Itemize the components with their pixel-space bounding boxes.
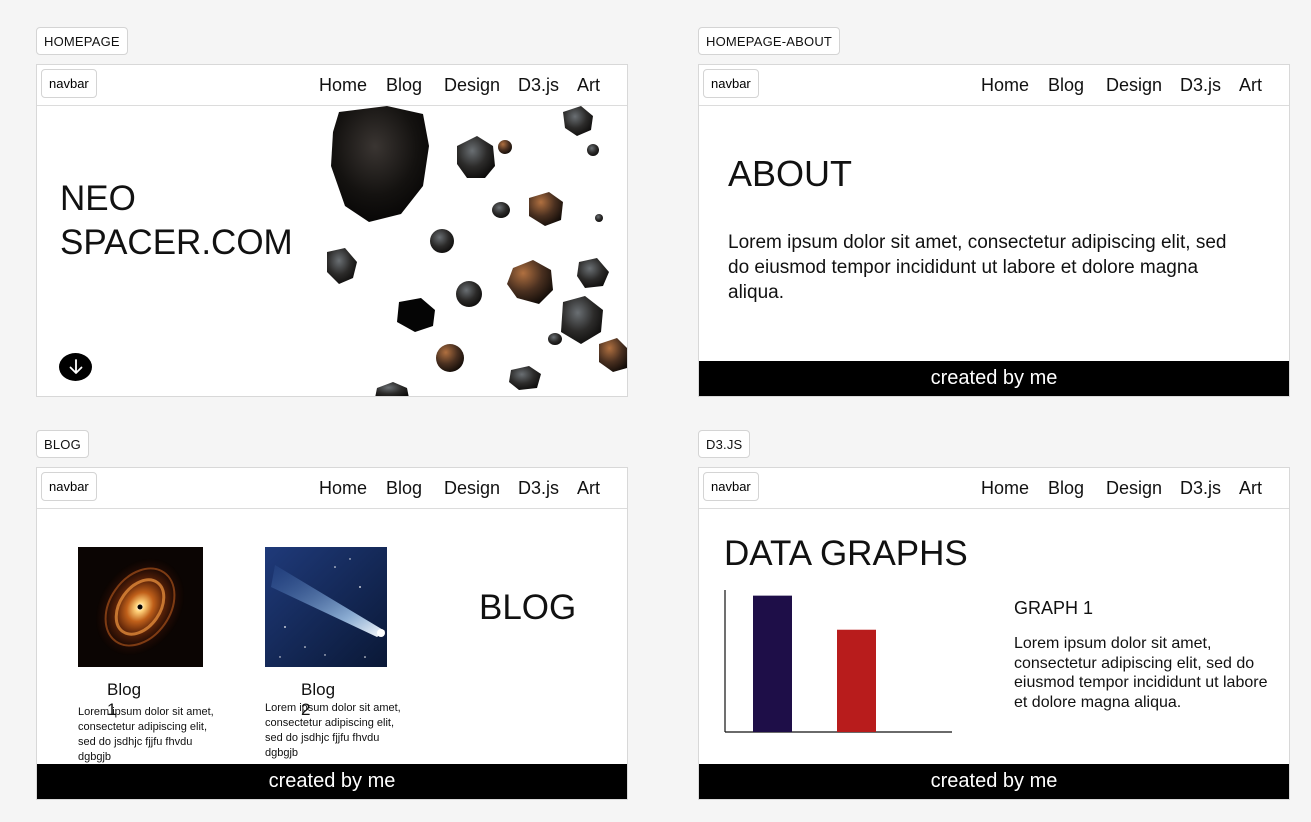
navbar-chip: navbar: [703, 472, 759, 501]
navbar: navbar Home Blog Design D3.js Art: [699, 468, 1289, 509]
graph-title: GRAPH 1: [1014, 598, 1094, 618]
footer: created by me: [699, 361, 1289, 396]
footer: created by me: [699, 764, 1289, 799]
nav-home[interactable]: Home: [319, 478, 367, 499]
d3-frame: navbar Home Blog Design D3.js Art DATA G…: [698, 467, 1290, 800]
bar-chart: [724, 590, 952, 733]
nav-home[interactable]: Home: [319, 75, 367, 96]
navbar-chip: navbar: [703, 69, 759, 98]
frame-label-blog: BLOG: [36, 430, 89, 458]
navbar: navbar Home Blog Design D3.js Art: [699, 65, 1289, 106]
nav-design[interactable]: Design: [1106, 75, 1162, 96]
chart-bar-1: [753, 595, 792, 732]
about-body: Lorem ipsum dolor sit amet, consectetur …: [728, 232, 1227, 303]
navbar-chip: navbar: [41, 472, 97, 501]
nav-blog[interactable]: Blog: [386, 478, 422, 499]
nav-home[interactable]: Home: [981, 75, 1029, 96]
asteroid-field-image: [327, 106, 627, 396]
blog-card-body: Lorem ipsum dolor sit amet, consectetur …: [78, 706, 214, 763]
nav-art[interactable]: Art: [1239, 478, 1262, 499]
graph-body: Lorem ipsum dolor sit amet, consectetur …: [1014, 635, 1268, 711]
nav-design[interactable]: Design: [1106, 478, 1162, 499]
nav-d3js[interactable]: D3.js: [518, 478, 559, 499]
homepage-frame: navbar Home Blog Design D3.js Art NEO SP…: [36, 64, 628, 397]
blog-title: BLOG: [479, 588, 577, 627]
nav-blog[interactable]: Blog: [1048, 75, 1084, 96]
about-title: ABOUT: [728, 153, 853, 194]
nav-blog[interactable]: Blog: [1048, 478, 1084, 499]
data-graphs-title: DATA GRAPHS: [724, 534, 968, 573]
nav-home[interactable]: Home: [981, 478, 1029, 499]
blog-frame: navbar Home Blog Design D3.js Art Blog 1…: [36, 467, 628, 800]
nav-art[interactable]: Art: [1239, 75, 1262, 96]
blog-2-thumbnail: [265, 547, 387, 667]
nav-design[interactable]: Design: [444, 478, 500, 499]
frame-label-about: HOMEPAGE-ABOUT: [698, 27, 841, 55]
nav-blog[interactable]: Blog: [386, 75, 422, 96]
blog-1-thumbnail: [78, 547, 203, 667]
nav-d3js[interactable]: D3.js: [518, 75, 559, 96]
chart-bar-2: [837, 629, 876, 732]
nav-d3js[interactable]: D3.js: [1180, 478, 1221, 499]
nav-art[interactable]: Art: [577, 75, 600, 96]
navbar-chip: navbar: [41, 69, 97, 98]
about-frame: navbar Home Blog Design D3.js Art ABOUT …: [698, 64, 1290, 397]
navbar: navbar Home Blog Design D3.js Art: [37, 65, 627, 106]
hero-title-line2: SPACER.COM: [60, 223, 293, 262]
navbar: navbar Home Blog Design D3.js Art: [37, 468, 627, 509]
blog-card-body: Lorem ipsum dolor sit amet, consectetur …: [265, 702, 401, 759]
nav-design[interactable]: Design: [444, 75, 500, 96]
nav-art[interactable]: Art: [577, 478, 600, 499]
footer: created by me: [37, 764, 627, 799]
frame-label-homepage: HOMEPAGE: [36, 27, 128, 55]
nav-d3js[interactable]: D3.js: [1180, 75, 1221, 96]
scroll-down-button[interactable]: [59, 353, 92, 381]
frame-label-d3: D3.JS: [698, 430, 751, 458]
hero-title-line1: NEO: [60, 179, 136, 218]
hero-title: NEO SPACER.COM: [60, 177, 320, 265]
arrow-down-icon: [69, 359, 82, 374]
